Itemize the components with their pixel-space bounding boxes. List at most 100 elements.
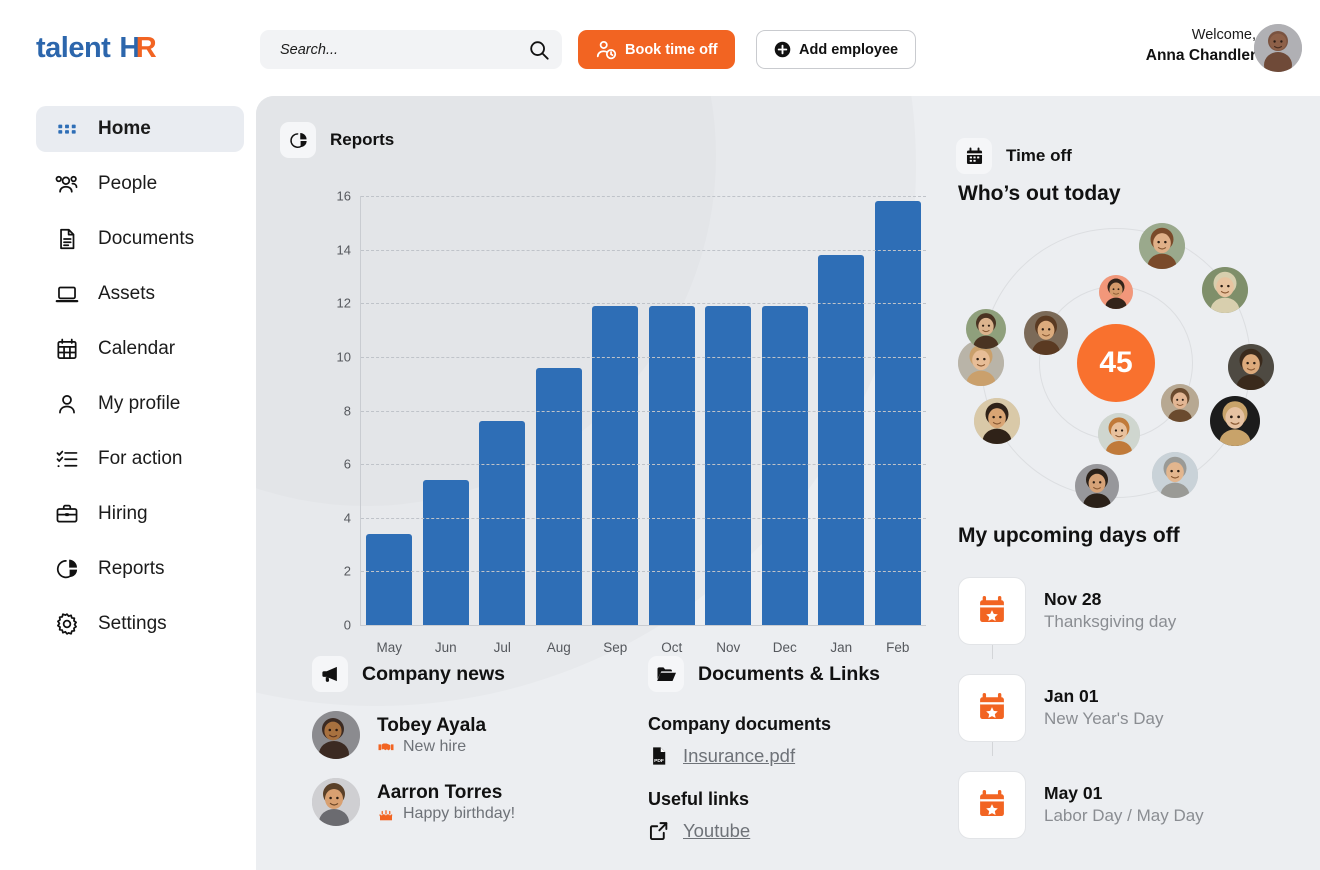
- company-documents-heading: Company documents: [648, 714, 832, 734]
- chart-x-tick: Dec: [772, 640, 797, 655]
- laptop-icon: [55, 286, 79, 303]
- day-off-date: May 01: [1044, 783, 1103, 804]
- sidebar-item-assets[interactable]: Assets: [36, 271, 244, 317]
- sidebar-item-for-action[interactable]: For action: [36, 436, 244, 482]
- chart-bar[interactable]: [479, 421, 526, 625]
- search-input[interactable]: [280, 41, 528, 58]
- day-off-desc: Thanksgiving day: [1044, 611, 1177, 631]
- pie-chart-icon: [289, 132, 307, 148]
- search-box[interactable]: [260, 30, 562, 69]
- chart-x-tick: Feb: [886, 640, 910, 655]
- list-item[interactable]: Nov 28 Thanksgiving day: [958, 562, 1298, 659]
- briefcase-icon: [56, 504, 78, 523]
- avatar[interactable]: [1160, 383, 1199, 422]
- sidebar-item-people[interactable]: People: [36, 161, 244, 207]
- external-link[interactable]: Youtube: [683, 820, 750, 842]
- sidebar-item-label: Settings: [98, 613, 167, 634]
- sidebar-item-label: Hiring: [98, 503, 148, 524]
- avatar[interactable]: [1152, 451, 1199, 498]
- chart-bar[interactable]: [592, 305, 639, 625]
- time-off-header: Time off: [956, 138, 1072, 174]
- avatar[interactable]: [1254, 24, 1302, 72]
- document-link[interactable]: Insurance.pdf: [683, 745, 795, 767]
- documents-links-badge: [648, 656, 684, 692]
- list-item-status-label: Happy birthday!: [403, 804, 516, 822]
- chart-gridline: [361, 356, 926, 358]
- list-item[interactable]: Tobey Ayala New hire: [312, 711, 632, 759]
- whos-out-title: Who’s out today: [958, 182, 1121, 205]
- chart-bar[interactable]: [366, 533, 413, 625]
- list-item[interactable]: Aarron Torres Happy birthday!: [312, 778, 632, 826]
- search-icon[interactable]: [528, 39, 550, 61]
- sidebar-item-settings[interactable]: Settings: [36, 601, 244, 647]
- avatar[interactable]: [1099, 275, 1133, 310]
- sidebar: Home People Documents Assets Calendar My…: [0, 96, 256, 870]
- add-employee-button[interactable]: Add employee: [756, 30, 917, 69]
- sidebar-item-reports[interactable]: Reports: [36, 546, 244, 592]
- chart-bar[interactable]: [422, 480, 469, 625]
- avatar-image: [966, 308, 1007, 349]
- list-item[interactable]: May 01 Labor Day / May Day: [958, 756, 1298, 853]
- avatar[interactable]: [1139, 223, 1186, 270]
- chart-y-tick: 0: [343, 617, 351, 633]
- chart-bar[interactable]: [705, 305, 752, 625]
- avatar-image: [973, 398, 1020, 445]
- chart-gridline: [361, 464, 926, 466]
- list-item-status: Happy birthday!: [377, 805, 515, 823]
- avatar[interactable]: [1024, 311, 1069, 356]
- user-name: Anna Chandler: [1145, 46, 1256, 64]
- welcome-block: Welcome, Anna Chandler: [1146, 26, 1256, 66]
- avatar-image: [1024, 311, 1069, 356]
- link-row[interactable]: Youtube: [648, 820, 968, 842]
- calendar-filled-icon: [966, 146, 982, 164]
- chart-plot-area: 0 2 4 6 8 10 12 14 16 May Jun Jul Aug Sep Oct Nov Dec Jan…: [337, 189, 926, 655]
- megaphone-icon: [322, 666, 337, 682]
- avatar[interactable]: [1227, 344, 1274, 391]
- avatar[interactable]: [973, 398, 1020, 445]
- avatar[interactable]: [1202, 266, 1249, 313]
- avatar[interactable]: [1075, 463, 1120, 508]
- sidebar-item-documents[interactable]: Documents: [36, 216, 244, 262]
- logo-talent: talent: [36, 32, 111, 64]
- day-off-card[interactable]: [958, 576, 1026, 645]
- chart-gridline: [361, 571, 926, 573]
- sidebar-item-home[interactable]: Home: [36, 106, 244, 152]
- avatar[interactable]: [1210, 396, 1261, 447]
- list-item-status: New hire: [377, 738, 486, 756]
- sidebar-item-calendar[interactable]: Calendar: [36, 326, 244, 372]
- avatar-image: [1202, 266, 1249, 313]
- avatar-image: [1227, 344, 1274, 391]
- avatar-image: [1160, 383, 1199, 422]
- chart-y-tick: 6: [343, 456, 351, 472]
- document-row[interactable]: PDF Insurance.pdf: [648, 745, 968, 767]
- day-off-desc: New Year's Day: [1044, 708, 1164, 728]
- chart-bar[interactable]: [874, 201, 921, 625]
- handshake-icon: [378, 743, 394, 751]
- day-off-card[interactable]: [958, 770, 1026, 839]
- day-off-card[interactable]: [958, 673, 1026, 742]
- sidebar-item-my-profile[interactable]: My profile: [36, 381, 244, 427]
- chart-x-tick: Nov: [716, 640, 741, 655]
- chart-y-tick: 2: [343, 563, 351, 579]
- company-news-section: Company news Tobey Ayala New hire Aarron…: [312, 656, 632, 826]
- sidebar-item-hiring[interactable]: Hiring: [36, 491, 244, 537]
- gear-icon: [57, 613, 77, 635]
- avatar[interactable]: [966, 308, 1007, 349]
- chart-bar[interactable]: [818, 255, 865, 625]
- out-today-count: 45: [1077, 324, 1155, 402]
- chart-bar[interactable]: [535, 367, 582, 625]
- list-item[interactable]: Jan 01 New Year's Day: [958, 659, 1298, 756]
- app-logo[interactable]: talent HR: [36, 32, 157, 65]
- grid-icon: [58, 124, 76, 134]
- chart-gridline: [361, 196, 926, 197]
- documents-links-section: Documents & Links Company documents PDF …: [648, 656, 968, 842]
- user-icon: [59, 395, 75, 414]
- logo-r: R: [135, 32, 157, 64]
- avatar[interactable]: [1097, 412, 1140, 455]
- list-item-name: Aarron Torres: [377, 782, 503, 804]
- sidebar-item-label: Calendar: [98, 338, 176, 359]
- book-time-off-button[interactable]: Book time off: [578, 30, 735, 69]
- chart-bar[interactable]: [761, 305, 808, 625]
- avatar: [312, 778, 360, 826]
- chart-bar[interactable]: [648, 305, 695, 625]
